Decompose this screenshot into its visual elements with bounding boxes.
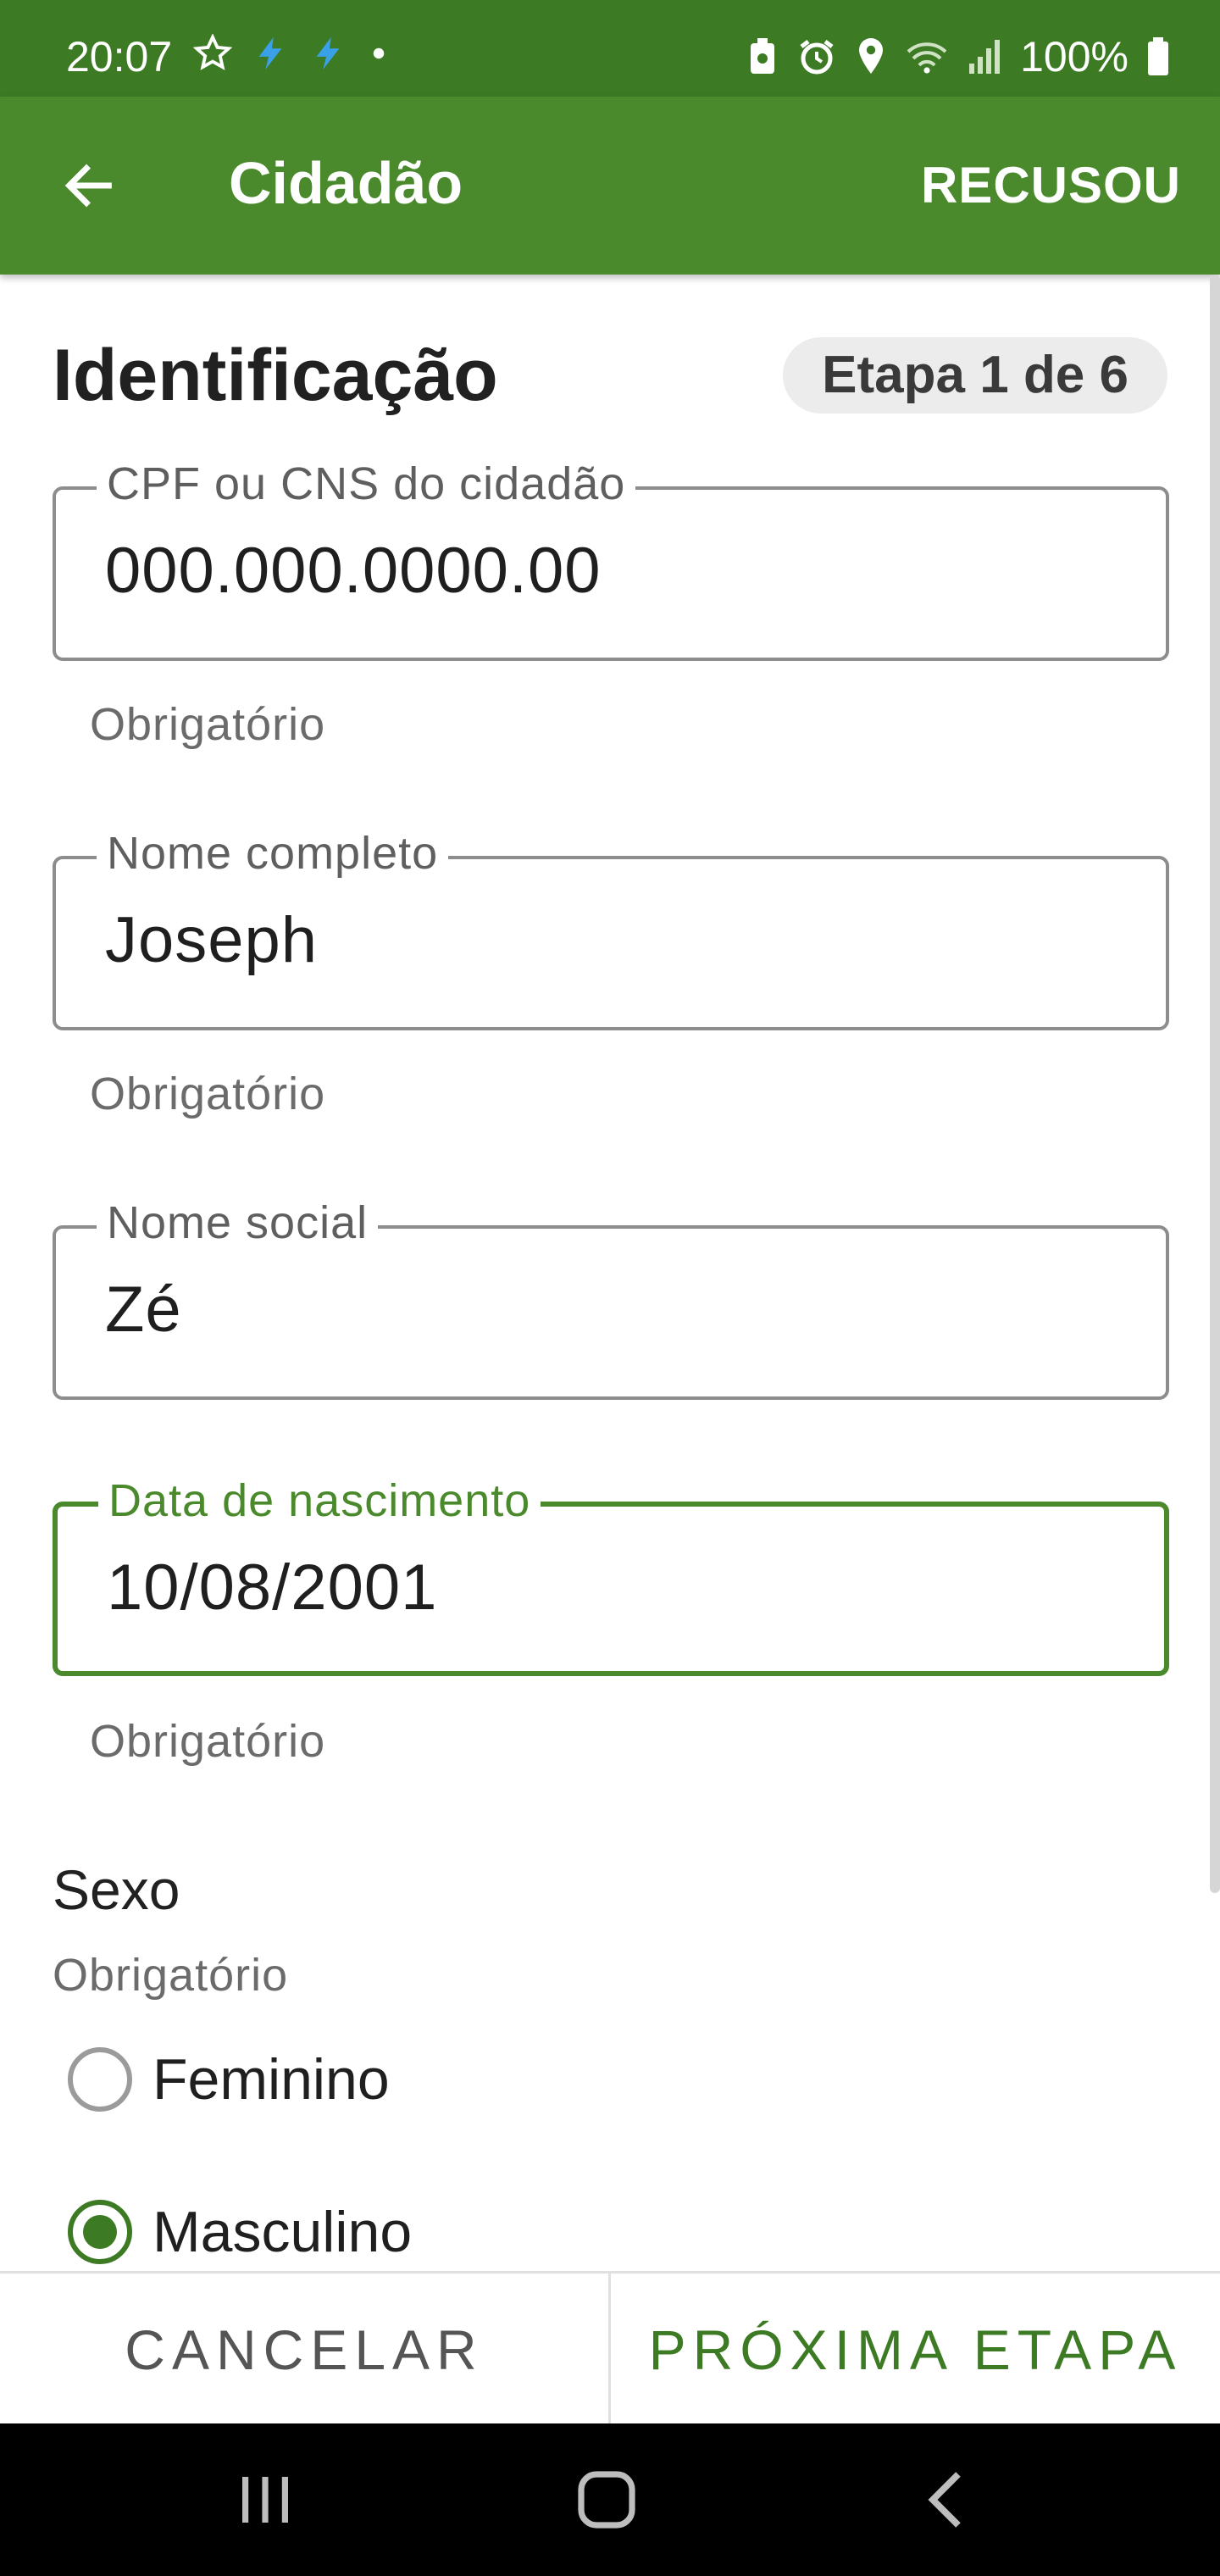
- sex-group-label: Sexo: [53, 1858, 180, 1921]
- next-step-button[interactable]: PRÓXIMA ETAPA: [611, 2273, 1220, 2426]
- star-icon: [193, 34, 232, 70]
- battery-icon: [1148, 37, 1168, 75]
- cpf-field[interactable]: CPF ou CNS do cidadão 000.000.0000.00: [53, 458, 1169, 661]
- wifi-icon: [907, 42, 947, 74]
- cpf-field-value: 000.000.0000.00: [105, 535, 602, 607]
- radio-feminino[interactable]: Feminino: [68, 2037, 390, 2122]
- recent-apps-icon[interactable]: [237, 2469, 293, 2530]
- full-name-helper: Obrigatório: [90, 1069, 326, 1119]
- status-right-icons: 100%: [746, 32, 1171, 81]
- cancel-button[interactable]: CANCELAR: [0, 2273, 608, 2426]
- page-title: Cidadão: [229, 150, 463, 216]
- radio-checked-icon[interactable]: [68, 2200, 132, 2264]
- birth-date-label: Data de nascimento: [98, 1474, 541, 1527]
- battery-percent: 100%: [1020, 33, 1128, 80]
- scrollbar[interactable]: [1210, 275, 1220, 1893]
- signal-icon: [969, 40, 1001, 74]
- cpf-field-label: CPF ou CNS do cidadão: [97, 458, 636, 510]
- bottom-action-bar: CANCELAR PRÓXIMA ETAPA: [0, 2271, 1220, 2426]
- bolt-icon: [316, 36, 340, 70]
- radio-feminino-label: Feminino: [152, 2047, 390, 2112]
- home-icon[interactable]: [573, 2469, 640, 2530]
- cpf-helper: Obrigatório: [90, 699, 326, 750]
- section-title: Identificação: [53, 335, 498, 416]
- sex-group-helper: Obrigatório: [53, 1950, 289, 2001]
- full-name-value: Joseph: [105, 904, 319, 976]
- radio-unchecked-icon[interactable]: [68, 2047, 132, 2112]
- social-name-value: Zé: [105, 1274, 182, 1346]
- back-nav-icon[interactable]: [922, 2469, 969, 2530]
- full-name-field[interactable]: Nome completo Joseph: [53, 827, 1169, 1030]
- social-name-label: Nome social: [97, 1196, 379, 1249]
- status-time: 20:07: [66, 33, 173, 80]
- back-arrow-icon[interactable]: [59, 156, 119, 215]
- bolt-icon: [258, 36, 282, 70]
- alarm-icon: [800, 40, 834, 75]
- status-left-icons: [193, 34, 391, 73]
- radio-masculino[interactable]: Masculino: [68, 2190, 412, 2271]
- birth-date-value: 10/08/2001: [107, 1552, 438, 1624]
- refused-button[interactable]: RECUSOU: [921, 156, 1181, 214]
- battery-saver-icon: [751, 38, 775, 74]
- dot-icon: [373, 47, 385, 59]
- form-content[interactable]: Identificação Etapa 1 de 6 CPF ou CNS do…: [0, 275, 1220, 2271]
- system-nav-bar: [0, 2423, 1220, 2576]
- birth-date-helper: Obrigatório: [90, 1716, 326, 1767]
- status-bar: 20:07 100%: [0, 0, 1220, 97]
- birth-date-field[interactable]: Data de nascimento 10/08/2001: [53, 1474, 1169, 1676]
- full-name-label: Nome completo: [97, 827, 449, 880]
- radio-masculino-label: Masculino: [152, 2200, 413, 2264]
- step-badge: Etapa 1 de 6: [783, 337, 1167, 414]
- social-name-field[interactable]: Nome social Zé: [53, 1196, 1169, 1400]
- location-icon: [859, 38, 884, 74]
- app-bar: Cidadão RECUSOU: [0, 97, 1220, 275]
